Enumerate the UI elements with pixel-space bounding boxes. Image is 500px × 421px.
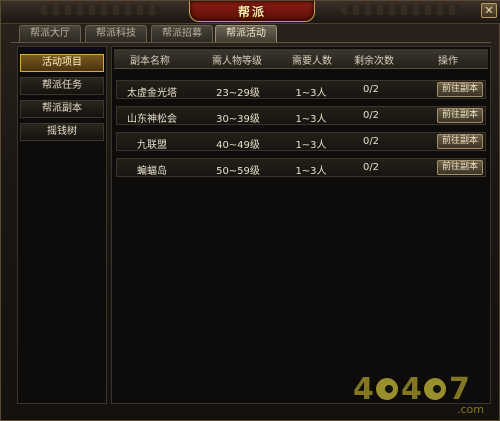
tab-label: 帮派活动 bbox=[226, 28, 266, 39]
svg-text:4: 4 bbox=[401, 372, 422, 407]
people-range: 1~3人 bbox=[295, 140, 327, 151]
remaining-count: 0/2 bbox=[362, 110, 380, 121]
dungeon-name: 山东神松会 bbox=[127, 114, 177, 125]
level-range: 40~49级 bbox=[216, 140, 260, 151]
window-title: 帮派 bbox=[237, 5, 266, 19]
sidebar-item-event-projects[interactable]: 活动项目 bbox=[20, 54, 104, 72]
svg-text:7: 7 bbox=[449, 372, 470, 407]
sidebar-item-guild-tasks[interactable]: 帮派任务 bbox=[20, 77, 104, 95]
header-dungeon-name: 副本名称 bbox=[130, 56, 170, 67]
tab-guild-tech[interactable]: 帮派科技 bbox=[85, 25, 147, 42]
sidebar-item-label: 摇钱树 bbox=[47, 126, 77, 137]
level-range: 30~39级 bbox=[216, 114, 260, 125]
table-row: 蝙蝠岛 50~59级 1~3人 0/2 前往副本 bbox=[116, 158, 486, 177]
sidebar-item-guild-dungeons[interactable]: 帮派副本 bbox=[20, 100, 104, 118]
svg-text:4: 4 bbox=[353, 372, 374, 407]
tab-divider bbox=[11, 42, 491, 43]
tab-label: 帮派科技 bbox=[96, 28, 136, 39]
table-row: 山东神松会 30~39级 1~3人 0/2 前往副本 bbox=[116, 106, 486, 125]
dungeon-table: 副本名称 需人物等级 需要人数 剩余次数 操作 太虚金光塔 23~29级 1~3… bbox=[111, 46, 491, 404]
people-range: 1~3人 bbox=[295, 88, 327, 99]
enter-dungeon-button[interactable]: 前往副本 bbox=[437, 82, 483, 97]
tab-label: 帮派大厅 bbox=[30, 28, 70, 39]
dungeon-name: 太虚金光塔 bbox=[127, 88, 177, 99]
level-range: 23~29级 bbox=[216, 88, 260, 99]
table-row: 九联盟 40~49级 1~3人 0/2 前往副本 bbox=[116, 132, 486, 151]
sidebar-item-label: 帮派副本 bbox=[42, 103, 82, 114]
tab-guild-recruit[interactable]: 帮派招募 bbox=[151, 25, 213, 42]
ornament-right bbox=[341, 5, 461, 15]
header-level-required: 需人物等级 bbox=[212, 56, 262, 67]
tab-guild-hall[interactable]: 帮派大厅 bbox=[19, 25, 81, 42]
remaining-count: 0/2 bbox=[362, 84, 380, 95]
sidebar-item-label: 活动项目 bbox=[42, 57, 82, 68]
remaining-count: 0/2 bbox=[362, 162, 380, 173]
header-people-required: 需要人数 bbox=[292, 56, 332, 67]
title-plate: 帮派 bbox=[189, 1, 315, 22]
ornament-left bbox=[41, 5, 161, 15]
sidebar-item-label: 帮派任务 bbox=[42, 80, 82, 91]
tab-guild-events[interactable]: 帮派活动 bbox=[215, 25, 277, 42]
tab-label: 帮派招募 bbox=[162, 28, 202, 39]
remaining-count: 0/2 bbox=[362, 136, 380, 147]
table-row: 太虚金光塔 23~29级 1~3人 0/2 前往副本 bbox=[116, 80, 486, 99]
level-range: 50~59级 bbox=[216, 166, 260, 177]
close-icon: ✕ bbox=[484, 4, 494, 17]
header-remaining-count: 剩余次数 bbox=[354, 56, 394, 67]
enter-dungeon-button[interactable]: 前往副本 bbox=[437, 134, 483, 149]
enter-dungeon-button[interactable]: 前往副本 bbox=[437, 160, 483, 175]
watermark-logo: 4 4 7 .com bbox=[353, 372, 484, 416]
dungeon-name: 蝙蝠岛 bbox=[137, 166, 167, 177]
title-bar: 帮派 ✕ bbox=[1, 1, 500, 24]
table-header: 副本名称 需人物等级 需要人数 剩余次数 操作 bbox=[114, 49, 488, 69]
people-range: 1~3人 bbox=[295, 114, 327, 125]
close-button[interactable]: ✕ bbox=[481, 3, 497, 18]
people-range: 1~3人 bbox=[295, 166, 327, 177]
header-action: 操作 bbox=[438, 56, 458, 67]
enter-dungeon-button[interactable]: 前往副本 bbox=[437, 108, 483, 123]
dungeon-name: 九联盟 bbox=[137, 140, 167, 151]
sidebar-item-money-tree[interactable]: 摇钱树 bbox=[20, 123, 104, 141]
sidebar: 活动项目 帮派任务 帮派副本 摇钱树 bbox=[17, 46, 107, 404]
svg-text:.com: .com bbox=[457, 403, 484, 416]
guild-window: 帮派 ✕ 帮派大厅 帮派科技 帮派招募 帮派活动 活动项目 帮派任务 帮派副本 … bbox=[0, 0, 500, 421]
